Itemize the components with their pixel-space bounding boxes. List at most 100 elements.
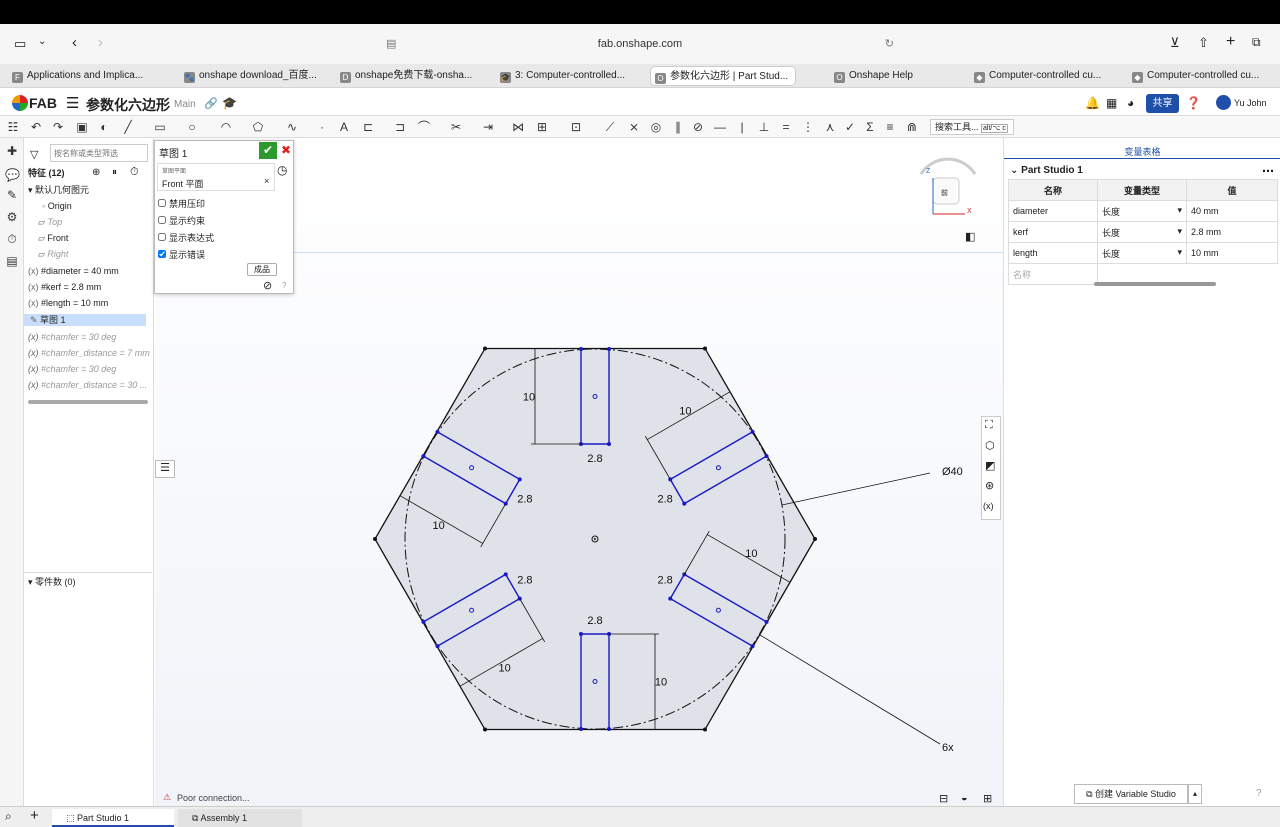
help-icon[interactable]: ❓ [1186,96,1201,110]
menu-icon[interactable]: ☰ [66,94,79,112]
reload-icon[interactable]: ↻ [885,32,894,56]
grid-toggle-icon[interactable]: ⊟ [939,792,948,805]
history-icon[interactable]: ⏱ [5,232,19,246]
feature-filter-input[interactable] [50,144,148,162]
new-variable-name-input[interactable]: 名称 [1008,263,1098,285]
browser-tab[interactable]: F Applications and Implica... [8,66,168,86]
accept-button[interactable]: ✔ [259,142,277,159]
browser-tab[interactable]: ◆ Computer-controlled cu... [1128,66,1278,86]
feature-item[interactable]: (x) #chamfer_distance = 7 mm [28,347,150,359]
feature-item[interactable]: ✎ 草图 1 [24,314,146,326]
properties-icon[interactable]: ✎ [5,188,19,202]
address-bar[interactable]: ▤ fab.onshape.com ↻ [380,32,900,56]
fix-icon[interactable]: ≡ [882,119,898,135]
feature-item[interactable]: ▱ Right [38,248,68,260]
learning-icon[interactable]: ◕ [1127,96,1134,110]
avatar[interactable] [1216,95,1231,110]
user-name[interactable]: Yu John [1234,98,1267,108]
branch-label[interactable]: Main [174,99,196,110]
sketch-option-checkbox[interactable] [158,216,166,224]
chevron-down-icon[interactable]: ⌄ [38,36,46,47]
download-icon[interactable]: ⊻ [1170,35,1180,51]
browser-tab[interactable]: 🎓 3: Computer-controlled... [496,66,646,86]
cancel-button[interactable]: ✖ [279,142,293,159]
parallel-icon[interactable]: ∥ [670,119,686,135]
feature-item[interactable]: (x) #kerf = 2.8 mm [28,281,101,293]
help-icon[interactable]: ? [282,281,286,290]
feature-item[interactable]: (x) #chamfer_distance = 30 ... [28,379,147,391]
sketch-option-checkbox[interactable] [158,199,166,207]
parts-list[interactable]: ▾ 零件数 (0) [28,576,76,588]
variable-value-cell[interactable]: 2.8 mm [1185,221,1279,243]
create-dropdown-icon[interactable]: ▴ [1188,784,1202,804]
offset-icon[interactable]: ⊏ [360,119,376,135]
spline-icon[interactable]: ∿ [284,119,300,135]
sidebar-icon[interactable]: ▭ [14,36,26,52]
display-mode-icon[interactable]: ⬡ [985,439,995,452]
transform-icon[interactable]: ⊡ [568,119,584,135]
search-tabs-icon[interactable]: ⌕ [5,809,12,824]
sketch-settings-icon[interactable]: ⊘ [263,279,272,292]
browser-tab[interactable]: 🐾 onshape download_百度... [180,66,330,86]
table-scrollbar[interactable] [1094,282,1216,286]
feature-scrollbar[interactable] [28,400,148,404]
default-geometry[interactable]: ▾ 默认几何图元 [28,184,89,196]
curvature-icon[interactable]: ⋒ [904,119,920,135]
dimension-icon[interactable]: ⟋ [602,119,618,135]
view-cube-menu-icon[interactable]: ◧ [965,230,975,243]
browser-tab[interactable]: O 参数化六边形 | Part Stud... [650,66,796,86]
trim-icon[interactable]: ✂ [448,119,464,135]
bell-icon[interactable]: 🔔 [1085,96,1100,110]
view-cube[interactable]: 前 Z X ◧ [913,156,983,243]
use-icon[interactable]: ⊐ [392,119,408,135]
document-tab[interactable]: ⬚ Part Studio 1 [52,809,174,827]
link-icon[interactable]: 🔗 [204,97,218,110]
filter-icon[interactable]: ▽ [30,148,38,161]
document-title[interactable]: 参数化六边形 [86,95,170,115]
browser-tab[interactable]: ◆ Computer-controlled cu... [970,66,1120,86]
variable-name-cell[interactable]: kerf [1008,221,1098,243]
browser-tab[interactable]: O Onshape Help [830,66,960,86]
document-tab[interactable]: ⧉ Assembly 1 [178,809,302,827]
browser-tab[interactable]: Donshape免费下载-onsha... [336,66,486,86]
concentric-icon[interactable]: ◎ [648,119,664,135]
tab-overview-icon[interactable]: ⧉ [1252,35,1261,50]
view-plane-icon[interactable]: ⛶ [985,419,993,432]
section-view-icon[interactable]: ◩ [985,459,995,472]
add-tab-icon[interactable]: + [30,807,39,824]
help-icon[interactable]: ? [1256,788,1262,799]
equal-icon[interactable]: = [778,119,794,135]
variable-type-select[interactable]: 长度 ▾ [1096,221,1187,243]
perpendicular-icon[interactable]: ⊥ [756,119,772,135]
extend-icon[interactable]: ⇥ [480,119,496,135]
fillet-icon[interactable]: ⌒ [416,119,432,135]
point-icon[interactable]: · [314,119,330,135]
sketch-option-checkbox[interactable] [158,233,166,241]
variable-value-cell[interactable]: 10 mm [1185,242,1279,264]
share-icon[interactable]: ⇧ [1198,35,1209,51]
rectangle-icon[interactable]: ▭ [152,119,168,135]
sketch-option-checkbox[interactable] [158,250,166,258]
pause-icon[interactable]: ⏸ [112,167,117,178]
variable-name-cell[interactable]: diameter [1008,200,1098,222]
pattern-icon[interactable]: ⊞ [534,119,550,135]
feature-item[interactable]: ◦ Origin [42,200,72,212]
feature-list-icon[interactable]: ☷ [5,119,21,135]
graduation-icon[interactable]: 🎓 [222,96,237,110]
coincident-icon[interactable]: ⨯ [626,119,642,135]
sketch-option[interactable]: 禁用压印 [158,197,205,210]
list-icon[interactable]: ▤ [5,254,19,268]
midpoint-icon[interactable]: ⋮ [800,119,816,135]
line-icon[interactable]: ╱ [120,119,136,135]
feature-item[interactable]: (x) #chamfer = 30 deg [28,331,116,343]
feature-item[interactable]: ▱ Top [38,216,62,228]
polygon-icon[interactable]: ⬠ [250,119,266,135]
comments-icon[interactable]: 💬 [5,168,20,182]
share-button[interactable]: 共享 [1146,94,1179,113]
explode-icon[interactable]: ⊛ [985,479,994,492]
feature-item[interactable]: (x) #length = 10 mm [28,297,108,309]
horizontal-icon[interactable]: — [712,119,728,135]
parts-icon[interactable]: ⚙ [5,210,19,224]
clock-icon[interactable]: ◷ [277,163,287,177]
vertical-icon[interactable]: | [734,119,750,135]
